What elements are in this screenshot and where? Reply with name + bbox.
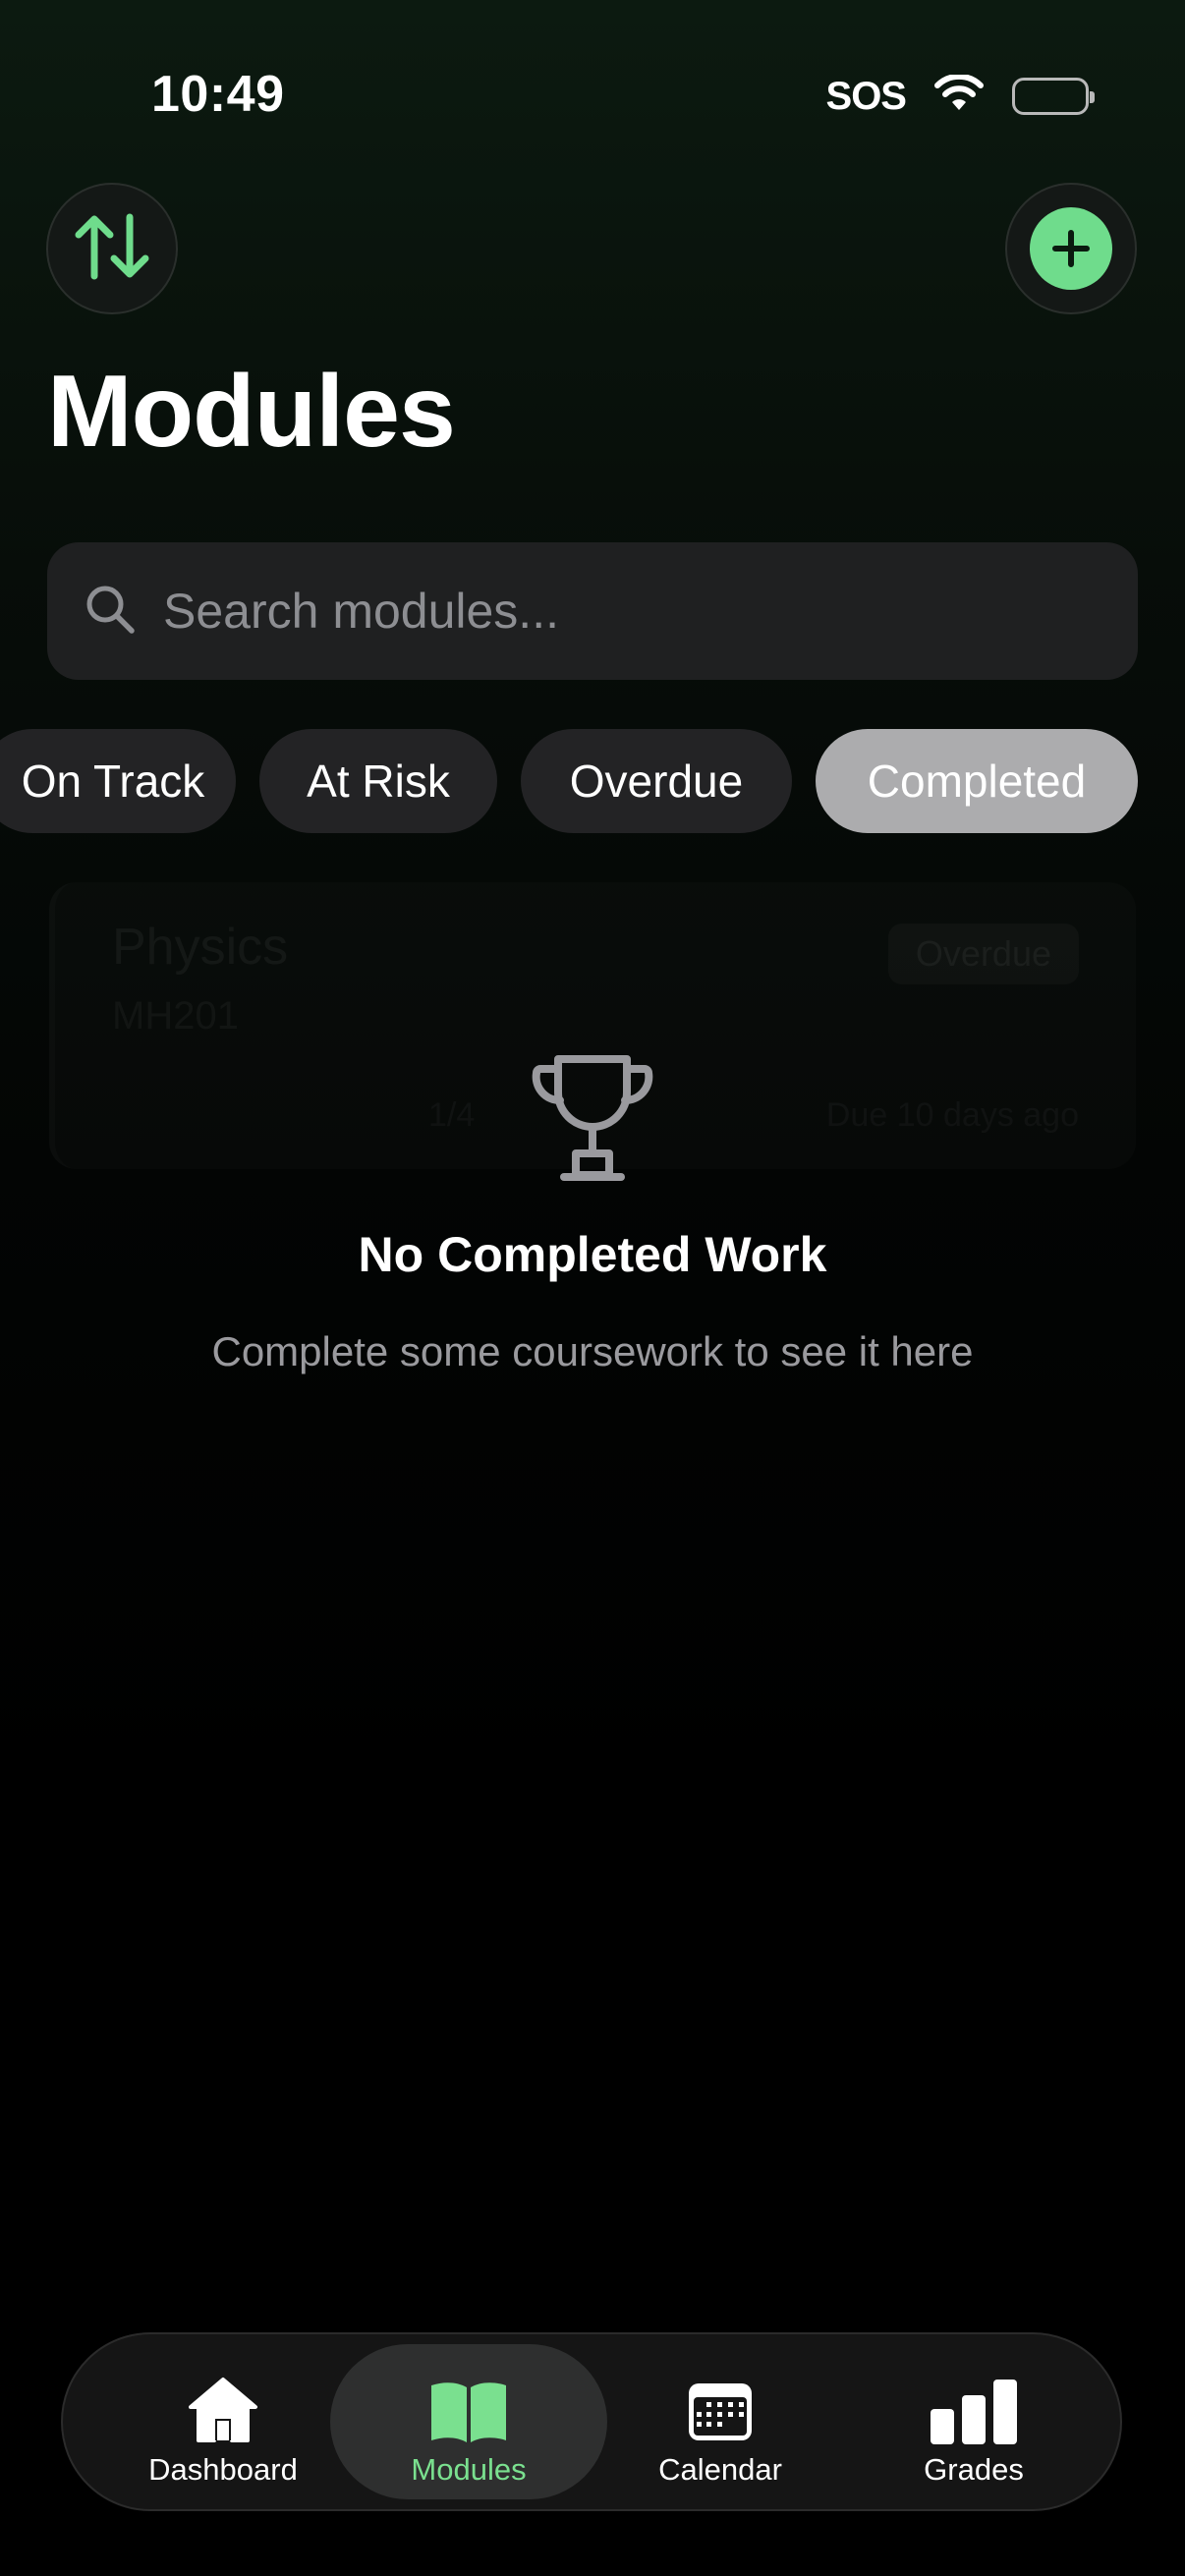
status-time: 10:49 (151, 66, 285, 123)
empty-state-title: No Completed Work (358, 1227, 827, 1282)
house-icon (183, 2372, 263, 2444)
battery-icon (1012, 78, 1095, 115)
add-module-button[interactable] (1005, 183, 1137, 314)
tab-dashboard[interactable]: Dashboard (85, 2344, 362, 2499)
filter-chip-at-risk[interactable]: At Risk (259, 729, 497, 833)
module-card-progress: 1/4 (428, 1096, 475, 1135)
tab-grades[interactable]: Grades (835, 2344, 1112, 2499)
filter-chips: On Track At Risk Overdue Completed (0, 729, 1185, 833)
search-bar[interactable] (47, 542, 1138, 680)
tab-modules[interactable]: Modules (330, 2344, 607, 2499)
page-title: Modules (47, 355, 456, 469)
calendar-icon (685, 2372, 756, 2444)
search-input[interactable] (163, 542, 1138, 680)
sort-arrows-icon (71, 211, 153, 287)
empty-state-subtitle: Complete some coursework to see it here (211, 1328, 974, 1374)
module-card-title: Physics (112, 919, 289, 976)
search-icon (83, 582, 138, 642)
modules-screen: 10:49 SOS Modules Search modules... On T… (0, 0, 1185, 2576)
tab-calendar[interactable]: Calendar (582, 2344, 859, 2499)
module-card-code: MH201 (112, 994, 239, 1038)
plus-icon (1030, 207, 1112, 290)
sort-button[interactable] (46, 183, 178, 314)
filter-chip-completed[interactable]: Completed (816, 729, 1138, 833)
wifi-icon (933, 73, 985, 119)
filter-chip-overdue[interactable]: Overdue (521, 729, 792, 833)
sos-indicator: SOS (825, 74, 907, 118)
filter-chip-on-track[interactable]: On Track (0, 729, 236, 833)
tab-bar: Dashboard Modules Calendar Grades (61, 2332, 1122, 2511)
status-indicators: SOS (825, 71, 1095, 122)
book-icon (427, 2372, 510, 2444)
chart-bar-icon (929, 2372, 1019, 2444)
trophy-icon (529, 1049, 656, 1187)
module-card-due: Due 10 days ago (826, 1096, 1079, 1135)
status-badge: Overdue (888, 924, 1079, 984)
